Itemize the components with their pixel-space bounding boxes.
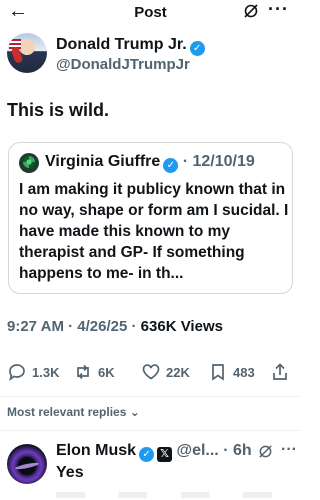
quoted-date: · 12/10/19 [178,153,255,170]
post-meta: 9:27 AM · 4/26/25 · 636K Views [7,318,223,335]
reply-actions-cutoff [56,492,296,498]
author-handle[interactable]: @DonaldJTrumpJr [56,56,190,73]
heart-icon [142,364,160,380]
quoted-text: I am making it publicy known that in no … [19,181,289,282]
author-avatar[interactable] [7,33,47,73]
bookmark-button[interactable]: 483 [208,362,255,382]
quoted-author-avatar[interactable] [19,153,39,173]
share-button[interactable] [270,362,295,382]
reply-handle[interactable]: @el... [176,442,218,459]
view-count[interactable]: 636K Views [141,318,223,335]
bookmark-icon [212,364,224,381]
author-name[interactable]: Donald Trump Jr. ✓ [56,36,205,56]
divider [0,396,301,397]
x-affiliate-icon: 𝕏 [157,447,173,462]
grok-icon[interactable] [258,444,273,459]
top-bar: ← Post ··· [0,0,301,24]
tweet-text: This is wild. [7,100,110,120]
divider [0,430,301,431]
replies-sort-dropdown[interactable]: Most relevant replies ⌄ [7,405,140,419]
reply-time: · 6h [218,442,252,459]
reply-button[interactable]: 1.3K [7,362,59,382]
verified-badge-icon: ✓ [163,158,179,173]
grok-icon[interactable] [243,3,259,19]
reply-text: Yes [56,464,84,481]
bookmark-count: 483 [233,364,255,380]
reply-more-icon[interactable]: ··· [281,441,297,459]
quoted-post[interactable]: Virginia Giuffre ✓ · 12/10/19 I am making… [8,142,293,294]
verified-badge-icon: ✓ [189,41,205,56]
quoted-author-line: Virginia Giuffre ✓ · 12/10/19 [45,153,255,173]
verified-badge-icon: ✓ [139,447,155,462]
more-icon[interactable]: ··· [268,0,289,18]
chevron-down-icon: ⌄ [129,405,140,419]
repost-button[interactable]: 6K [73,362,115,382]
reply-author-avatar[interactable] [7,444,47,484]
reply-count: 1.3K [32,364,60,380]
post-timestamp: 9:27 AM · 4/26/25 · [7,318,141,335]
reply-author-name[interactable]: Elon Musk [56,442,136,459]
repost-count: 6K [98,364,115,380]
author-name-text: Donald Trump Jr. [56,36,187,53]
repost-icon [77,364,89,380]
avatar-detail [10,46,24,64]
reply-icon [9,364,25,382]
share-icon [273,363,287,380]
action-bar: 1.3K 6K 22K 483 [0,362,301,388]
like-button[interactable]: 22K [141,362,190,382]
reply-author-line: Elon Musk ✓ 𝕏 @el... · 6h [56,442,252,462]
quoted-author-name[interactable]: Virginia Giuffre [45,153,160,170]
like-count: 22K [166,364,190,380]
replies-sort-label: Most relevant replies [7,405,127,419]
